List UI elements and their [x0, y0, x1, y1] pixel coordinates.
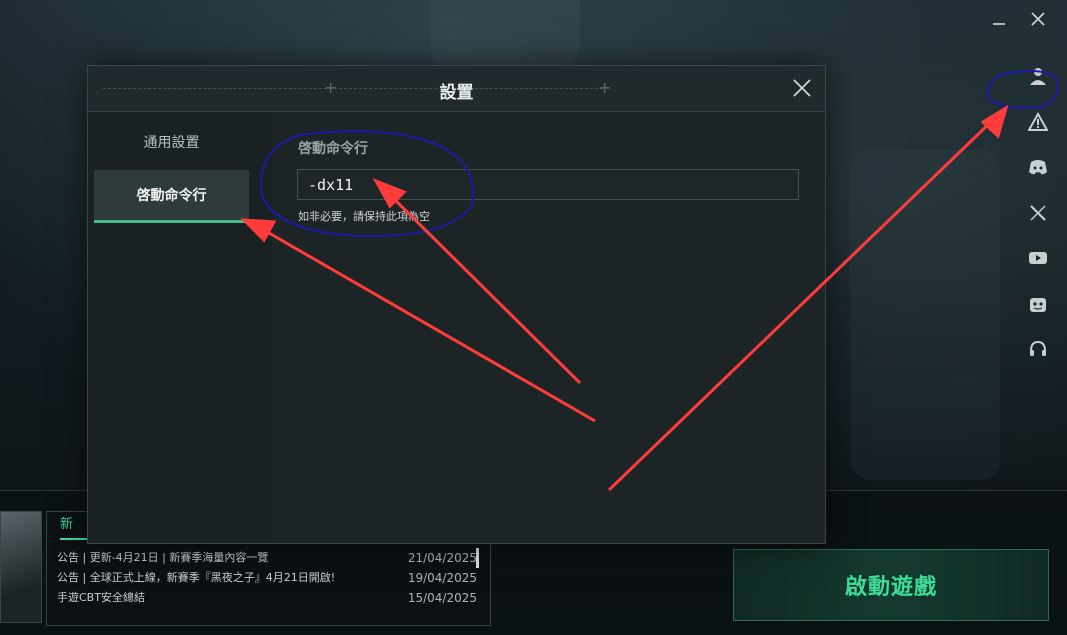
window-close-button[interactable]: [1026, 10, 1050, 34]
news-date: 19/04/2025: [407, 571, 477, 585]
warning-icon: [1028, 111, 1048, 131]
settings-sidebar: 通用設置 啓動命令行: [88, 112, 272, 542]
discord-icon: [1029, 160, 1047, 175]
discord-button[interactable]: [1024, 153, 1052, 181]
background-decoration: [850, 150, 1000, 480]
news-date: 15/04/2025: [407, 591, 477, 605]
sidebar-item-launch-command[interactable]: 啓動命令行: [94, 170, 249, 223]
minus-icon: [993, 23, 1005, 25]
news-item[interactable]: 公告 | 更新-4月21日 | 新賽季海量內容一覽 21/04/2025: [57, 548, 477, 568]
sidebar-item-general[interactable]: 通用設置: [94, 117, 249, 169]
youtube-icon: [1029, 252, 1047, 264]
social-rail: [1024, 62, 1052, 381]
launch-game-label: 啟動遊戲: [844, 575, 937, 600]
input-hint: 如非必要，請保持此項為空: [298, 210, 430, 223]
support-button[interactable]: [1024, 335, 1052, 363]
close-icon: [1031, 12, 1045, 26]
user-icon: [1030, 68, 1046, 85]
settings-dialog: + + 設置 通用設置 啓動命令行 啓動命令行 如非必要，請保持此項為空: [87, 65, 826, 544]
reddit-icon: [1030, 297, 1046, 312]
reddit-button[interactable]: [1024, 290, 1052, 318]
news-item[interactable]: 公告 | 全球正式上線，新賽季『黑夜之子』4月21日開啟! 19/04/2025: [57, 568, 477, 588]
x-logo-icon: [1030, 204, 1046, 221]
headset-icon: [1030, 340, 1046, 356]
youtube-button[interactable]: [1024, 244, 1052, 272]
news-item[interactable]: 手遊CBT安全總結 15/04/2025: [57, 588, 477, 608]
launch-game-button[interactable]: 啟動遊戲: [733, 549, 1049, 621]
alert-button[interactable]: [1024, 108, 1052, 136]
account-button[interactable]: [1024, 62, 1052, 90]
minimize-button[interactable]: [987, 10, 1011, 34]
dialog-title: 設置: [439, 83, 474, 103]
launch-command-input[interactable]: [297, 169, 799, 200]
news-title: 公告 | 全球正式上線，新賽季『黑夜之子』4月21日開啟!: [57, 571, 336, 584]
news-title: 公告 | 更新-4月21日 | 新賽季海量內容一覽: [57, 551, 269, 564]
news-title: 手遊CBT安全總結: [57, 591, 145, 604]
close-icon: [793, 79, 811, 97]
news-list: 公告 | 更新-4月21日 | 新賽季海量內容一覽 21/04/2025 公告 …: [57, 548, 477, 608]
news-thumbnail[interactable]: [0, 511, 42, 623]
x-button[interactable]: [1024, 199, 1052, 227]
dialog-close-button[interactable]: [791, 77, 813, 99]
news-date: 21/04/2025: [407, 551, 477, 565]
section-title: 啓動命令行: [298, 141, 368, 157]
news-scrollbar[interactable]: [476, 548, 479, 568]
dialog-header: + + 設置: [88, 66, 825, 112]
